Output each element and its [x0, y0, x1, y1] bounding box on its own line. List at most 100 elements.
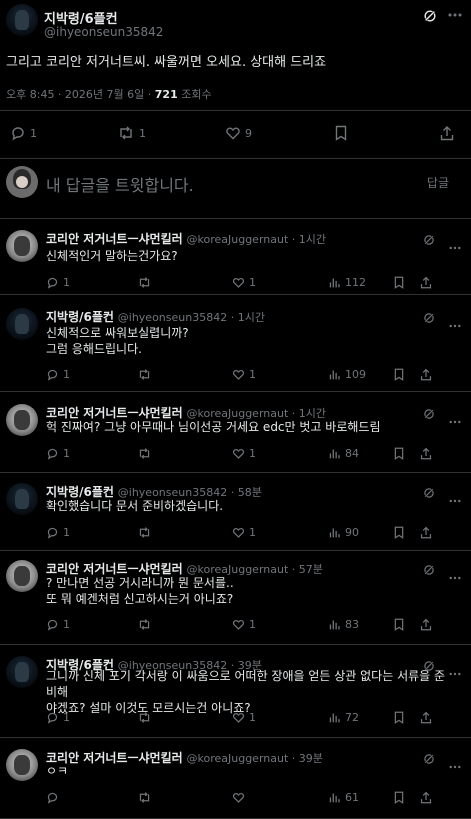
reply-avatar[interactable]	[6, 308, 38, 340]
bookmark-icon	[335, 125, 347, 141]
author-avatar[interactable]	[6, 4, 38, 36]
views-button[interactable]: 72	[328, 711, 359, 724]
reply-tweet[interactable]: 코리안 저거너트ㅡ샤먼킬러 @koreaJuggernaut · 1시간 헉 진…	[0, 398, 471, 473]
views-button[interactable]: 112	[328, 276, 366, 289]
reply-count: 1	[63, 711, 70, 724]
reply-tweet[interactable]: 지박령/6플컨 @ihyeonseun35842 · 58분 확인했습니다 문서…	[0, 477, 471, 551]
views-button[interactable]: 90	[328, 526, 359, 539]
reply-author-name[interactable]: 코리안 저거너트ㅡ샤먼킬러	[46, 406, 183, 420]
share-button[interactable]	[420, 711, 432, 724]
bookmark-icon	[394, 447, 404, 460]
reply-avatar[interactable]	[6, 560, 38, 592]
reply-avatar[interactable]	[6, 404, 38, 436]
retweet-button[interactable]	[137, 276, 152, 289]
reply-submit-button[interactable]: 답글	[427, 174, 449, 191]
reply-button[interactable]: 1	[46, 276, 70, 289]
reply-tweet[interactable]: 코리안 저거너트ㅡ샤먼킬러 @koreaJuggernaut · 57분 ? 만…	[0, 554, 471, 645]
reply-tweet[interactable]: 지박령/6플컨 @ihyeonseun35842 · 1시간 신체적으로 싸워보…	[0, 302, 471, 392]
bookmark-button[interactable]	[393, 526, 405, 539]
bookmark-button[interactable]	[393, 447, 405, 460]
bookmark-button[interactable]	[393, 711, 405, 724]
reply-header: 지박령/6플컨 @ihyeonseun35842 · 1시간	[46, 308, 265, 325]
reply-text-line: 그럼 응해드립니다.	[46, 342, 142, 356]
divider	[0, 294, 471, 295]
reply-tweet[interactable]: 코리안 저거너트ㅡ샤먼킬러 @koreaJuggernaut · 39분 ㅇㅋ …	[0, 743, 471, 819]
retweet-button[interactable]: 1	[117, 125, 146, 141]
grok-icon[interactable]	[423, 234, 435, 246]
reply-author-name[interactable]: 지박령/6플컨	[46, 485, 114, 499]
reply-button[interactable]: 1	[46, 368, 70, 381]
reply-tweet[interactable]: 코리안 저거너트ㅡ샤먼킬러 @koreaJuggernaut · 1시간 신체적…	[0, 224, 471, 295]
retweet-button[interactable]	[137, 368, 152, 381]
heart-icon	[233, 793, 244, 803]
reply-button[interactable]: 1	[46, 618, 70, 631]
heart-icon	[233, 713, 244, 723]
like-button[interactable]: 1	[232, 447, 256, 460]
reply-avatar[interactable]	[6, 483, 38, 515]
views-count[interactable]: 721	[155, 88, 178, 101]
views-button[interactable]: 61	[328, 791, 359, 804]
bookmark-button[interactable]	[393, 368, 405, 381]
reply-button[interactable]	[46, 791, 63, 804]
bookmark-icon	[394, 711, 404, 724]
author-handle[interactable]: @ihyeonseun35842	[44, 25, 163, 39]
retweet-icon	[139, 448, 150, 459]
reply-button[interactable]: 1	[46, 447, 70, 460]
reply-avatar[interactable]	[6, 230, 38, 262]
views-icon	[329, 528, 340, 538]
retweet-button[interactable]	[137, 791, 152, 804]
like-button[interactable]: 1	[232, 276, 256, 289]
like-count: 1	[249, 368, 256, 381]
retweet-button[interactable]	[137, 711, 152, 724]
share-button[interactable]	[420, 618, 432, 631]
reply-tweet[interactable]: 지박령/6플컨 @ihyeonseun35842 · 39분 그니까 신체 포기…	[0, 650, 471, 738]
tweet-timestamp: 오후 8:45 · 2026년 7월 6일 ·	[6, 88, 155, 101]
share-button[interactable]	[440, 125, 454, 141]
reply-button[interactable]: 1	[46, 526, 70, 539]
like-button[interactable]: 1	[232, 618, 256, 631]
like-button[interactable]: 1	[232, 526, 256, 539]
bookmark-button[interactable]	[393, 618, 405, 631]
share-button[interactable]	[420, 526, 432, 539]
retweet-icon	[139, 619, 150, 630]
share-button[interactable]	[420, 791, 432, 804]
reply-author-name[interactable]: 코리안 저거너트ㅡ샤먼킬러	[46, 562, 183, 576]
bookmark-icon	[394, 276, 404, 289]
divider	[0, 644, 471, 645]
like-button[interactable]	[232, 791, 249, 804]
reply-button[interactable]: 1	[10, 125, 37, 141]
views-button[interactable]: 83	[328, 618, 359, 631]
like-count: 1	[249, 711, 256, 724]
reply-author-name[interactable]: 코리안 저거너트ㅡ샤먼킬러	[46, 232, 183, 246]
views-button[interactable]: 84	[328, 447, 359, 460]
more-options-icon[interactable]	[448, 13, 462, 17]
reply-button[interactable]: 1	[46, 711, 70, 724]
retweet-button[interactable]	[137, 447, 152, 460]
reply-text-line: 헉 진짜여? 그냥 아무때나 님이선공 거세요 edc만 벗고 바로해드림	[46, 420, 381, 434]
reply-text: 확인했습니다 문서 준비하겠습니다.	[46, 498, 456, 514]
heart-icon	[233, 449, 244, 459]
reply-icon	[12, 127, 24, 141]
views-button[interactable]: 109	[328, 368, 366, 381]
reply-avatar[interactable]	[6, 749, 38, 781]
share-button[interactable]	[420, 276, 432, 289]
reply-meta: @ihyeonseun35842 · 1시간	[117, 311, 265, 324]
share-button[interactable]	[420, 447, 432, 460]
views-icon	[329, 620, 340, 630]
retweet-button[interactable]	[137, 526, 152, 539]
grok-icon[interactable]	[423, 9, 437, 23]
like-button[interactable]: 1	[232, 368, 256, 381]
grok-icon[interactable]	[423, 312, 435, 324]
reply-author-name[interactable]: 지박령/6플컨	[46, 310, 114, 324]
share-button[interactable]	[420, 368, 432, 381]
views-icon	[329, 793, 340, 803]
bookmark-button[interactable]	[393, 791, 405, 804]
like-button[interactable]: 1	[232, 711, 256, 724]
like-button[interactable]: 9	[225, 125, 252, 141]
reply-input[interactable]: 내 답글을 트윗합니다.	[46, 172, 194, 196]
bookmark-button[interactable]	[393, 276, 405, 289]
retweet-button[interactable]	[137, 618, 152, 631]
like-count: 1	[249, 276, 256, 289]
bookmark-button[interactable]	[334, 125, 348, 141]
reply-avatar[interactable]	[6, 656, 38, 688]
